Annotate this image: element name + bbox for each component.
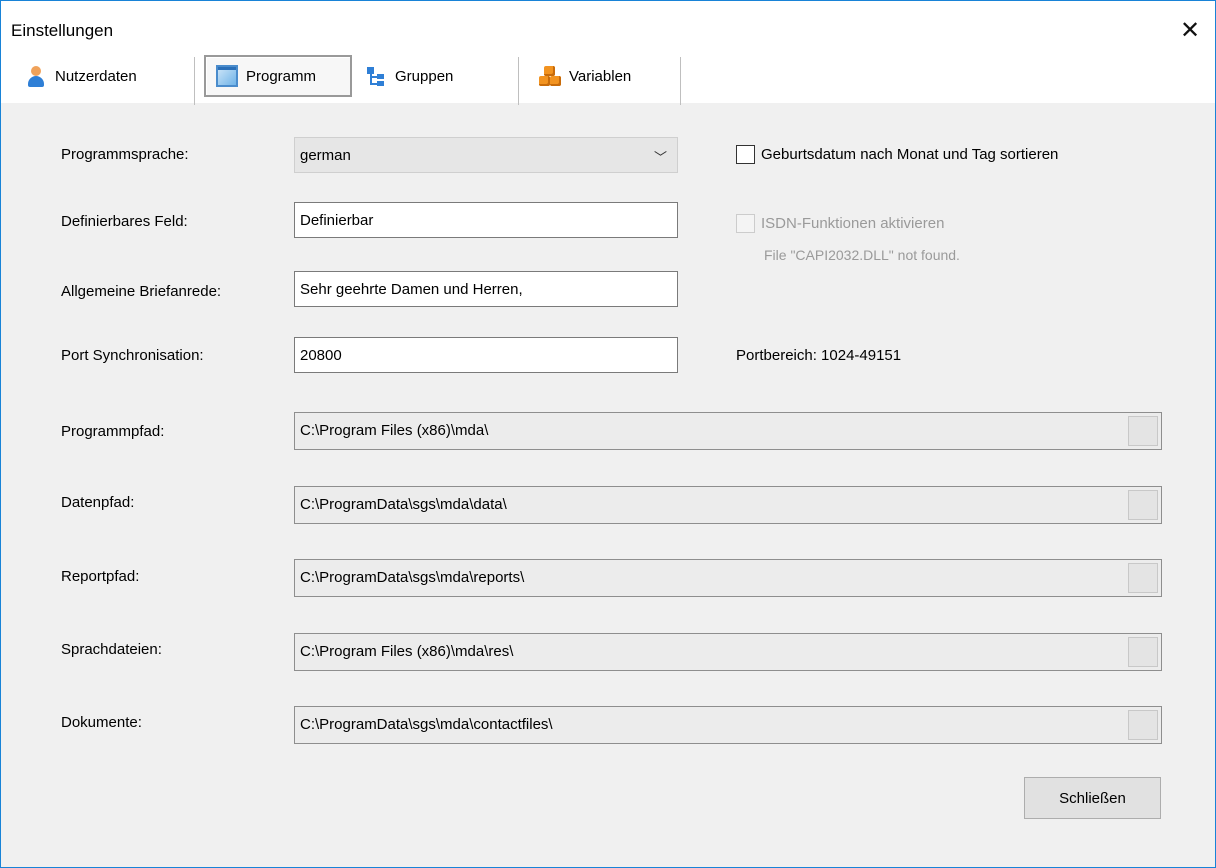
language-files-path-value: C:\Program Files (x86)\mda\res\ bbox=[300, 643, 514, 660]
isdn-option: ISDN-Funktionen aktivieren bbox=[736, 214, 944, 233]
tab-programm[interactable]: Programm bbox=[204, 55, 352, 97]
data-path-value: C:\ProgramData\sgs\mda\data\ bbox=[300, 496, 507, 513]
isdn-label: ISDN-Funktionen aktivieren bbox=[761, 215, 945, 232]
window-title: Einstellungen bbox=[11, 21, 114, 40]
tab-gruppen[interactable]: Gruppen bbox=[355, 53, 519, 105]
tree-icon bbox=[365, 65, 387, 87]
port-label: Port Synchronisation: bbox=[61, 347, 204, 364]
report-path-field: C:\ProgramData\sgs\mda\reports\ bbox=[294, 559, 1162, 597]
title-bar: Einstellungen ✕ bbox=[1, 1, 1215, 45]
documents-path-value: C:\ProgramData\sgs\mda\contactfiles\ bbox=[300, 716, 553, 733]
birthday-sort-checkbox[interactable] bbox=[736, 145, 755, 164]
isdn-checkbox bbox=[736, 214, 755, 233]
port-range-info: Portbereich: 1024-49151 bbox=[736, 347, 902, 364]
custom-field-input[interactable]: Definierbar bbox=[294, 202, 678, 238]
documents-path-browse-button[interactable] bbox=[1128, 710, 1158, 740]
language-label: Programmsprache: bbox=[61, 146, 189, 163]
path-label-documents: Dokumente: bbox=[61, 714, 142, 731]
tab-label: Gruppen bbox=[395, 67, 454, 85]
salutation-input[interactable]: Sehr geehrte Damen und Herren, bbox=[294, 271, 678, 307]
user-icon bbox=[25, 65, 47, 87]
language-value: german bbox=[300, 147, 351, 164]
close-icon[interactable]: ✕ bbox=[1173, 15, 1207, 45]
documents-path-field: C:\ProgramData\sgs\mda\contactfiles\ bbox=[294, 706, 1162, 744]
path-label-program: Programmpfad: bbox=[61, 423, 165, 440]
tab-label: Nutzerdaten bbox=[55, 67, 137, 85]
port-input[interactable]: 20800 bbox=[294, 337, 678, 373]
birthday-sort-label: Geburtsdatum nach Monat und Tag sortiere… bbox=[761, 146, 1059, 163]
window-icon bbox=[216, 65, 238, 87]
path-label-language-files: Sprachdateien: bbox=[61, 641, 162, 658]
tab-bar: Nutzerdaten Programm Gruppen Variablen bbox=[1, 45, 1215, 105]
tab-label: Variablen bbox=[569, 67, 632, 85]
chevron-down-icon: ﹀ bbox=[653, 150, 667, 165]
program-path-field: C:\Program Files (x86)\mda\ bbox=[294, 412, 1162, 450]
birthday-sort-option[interactable]: Geburtsdatum nach Monat und Tag sortiere… bbox=[736, 145, 1058, 164]
tab-nutzerdaten[interactable]: Nutzerdaten bbox=[15, 53, 195, 105]
program-path-value: C:\Program Files (x86)\mda\ bbox=[300, 422, 489, 439]
data-path-browse-button[interactable] bbox=[1128, 490, 1158, 520]
close-button[interactable]: Schließen bbox=[1024, 777, 1161, 819]
boxes-icon bbox=[539, 65, 561, 87]
language-files-path-browse-button[interactable] bbox=[1128, 637, 1158, 667]
report-path-browse-button[interactable] bbox=[1128, 563, 1158, 593]
tab-variablen[interactable]: Variablen bbox=[529, 53, 681, 105]
report-path-value: C:\ProgramData\sgs\mda\reports\ bbox=[300, 569, 525, 586]
custom-field-label: Definierbares Feld: bbox=[61, 213, 188, 230]
data-path-field: C:\ProgramData\sgs\mda\data\ bbox=[294, 486, 1162, 524]
isdn-note: File "CAPI2032.DLL" not found. bbox=[764, 247, 960, 263]
salutation-label: Allgemeine Briefanrede: bbox=[61, 283, 222, 300]
language-files-path-field: C:\Program Files (x86)\mda\res\ bbox=[294, 633, 1162, 671]
path-label-data: Datenpfad: bbox=[61, 494, 135, 511]
program-path-browse-button[interactable] bbox=[1128, 416, 1158, 446]
language-select[interactable]: german ﹀ bbox=[294, 137, 678, 173]
tab-label: Programm bbox=[246, 67, 317, 85]
settings-dialog: Einstellungen ✕ Nutzerdaten Programm Gru… bbox=[0, 0, 1216, 868]
path-label-report: Reportpfad: bbox=[61, 568, 140, 585]
